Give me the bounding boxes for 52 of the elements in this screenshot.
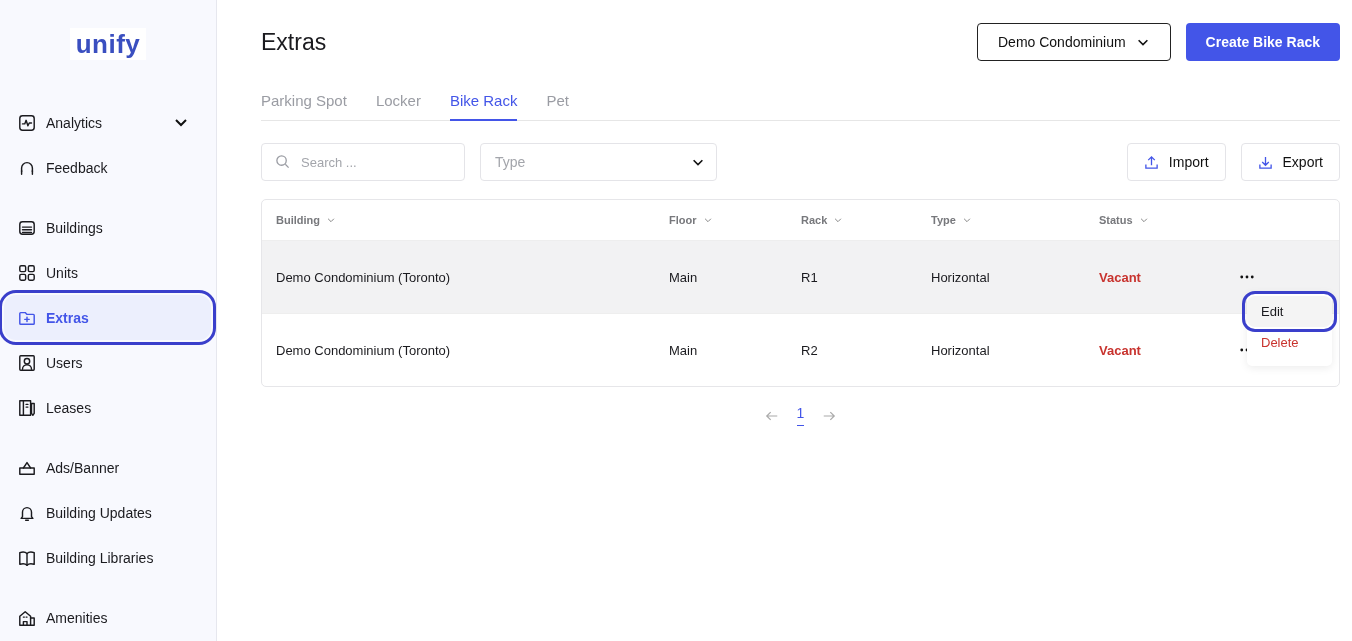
book-icon	[18, 548, 36, 567]
table-cell-text: Demo Condominium (Toronto)	[276, 269, 452, 285]
chevron-down-icon	[961, 215, 972, 225]
column-header[interactable]: Type	[931, 214, 1099, 226]
table-cell-text: Main	[669, 342, 699, 358]
sidebar-item[interactable]: Analytics	[4, 100, 211, 145]
export-button[interactable]: Export	[1240, 143, 1340, 181]
upload-icon	[1143, 154, 1159, 170]
sidebar-item[interactable]: Building Libraries	[4, 535, 211, 580]
column-header[interactable]: Floor	[669, 214, 801, 226]
building-icon	[18, 608, 36, 627]
grid-icon	[18, 263, 36, 282]
sidebar-item[interactable]: Building Updates	[4, 490, 211, 535]
building-select[interactable]: Demo Condominium	[977, 23, 1171, 61]
import-button[interactable]: Import	[1126, 143, 1226, 181]
type-dropdown[interactable]: Type	[480, 143, 717, 181]
sidebar-item[interactable]: Buildings	[4, 205, 211, 250]
search-field[interactable]: Search ...	[261, 143, 465, 181]
table-cell-text: Demo Condominium (Toronto)	[276, 342, 452, 358]
chevron-down-icon	[833, 215, 844, 225]
garage-icon	[18, 218, 36, 237]
sidebar-item[interactable]: Ads/Banner	[4, 445, 211, 490]
tab[interactable]: Bike Rack	[449, 88, 518, 121]
document-icon	[18, 398, 36, 417]
table-cell-text: Horizontal	[931, 342, 991, 358]
sidebar-item[interactable]: Feedback	[4, 145, 211, 190]
table-cell-text: Main	[669, 269, 699, 285]
table-cell-text: R2	[801, 342, 819, 358]
pulse-icon	[18, 113, 36, 132]
user-icon	[18, 353, 36, 372]
status-text: Vacant	[1099, 342, 1142, 358]
page-number[interactable]: 1	[796, 405, 805, 426]
status-text: Vacant	[1099, 269, 1142, 285]
download-icon	[1257, 154, 1273, 170]
page-title: Extras	[261, 28, 327, 56]
more-icon[interactable]	[1240, 275, 1254, 279]
logo: unify	[70, 28, 146, 60]
chevron-down-icon	[1138, 215, 1149, 225]
create-button[interactable]: Create Bike Rack	[1185, 23, 1340, 61]
column-header[interactable]: Status	[1099, 214, 1240, 226]
column-header[interactable]: Rack	[801, 214, 931, 226]
menu-item[interactable]: Delete	[1247, 327, 1332, 358]
sidebar-item[interactable]: Units	[4, 250, 211, 295]
table-cell-text: R1	[801, 269, 819, 285]
sidebar-item[interactable]: Amenities	[4, 595, 211, 640]
chevron-down-icon	[702, 215, 713, 225]
column-header[interactable]: Building	[276, 214, 669, 226]
sidebar-item[interactable]: Users	[4, 340, 211, 385]
sidebar-item[interactable]: Leases	[4, 385, 211, 430]
search-icon	[275, 154, 290, 169]
chevron-down-icon	[326, 215, 336, 225]
table-cell-text: Horizontal	[931, 269, 991, 285]
